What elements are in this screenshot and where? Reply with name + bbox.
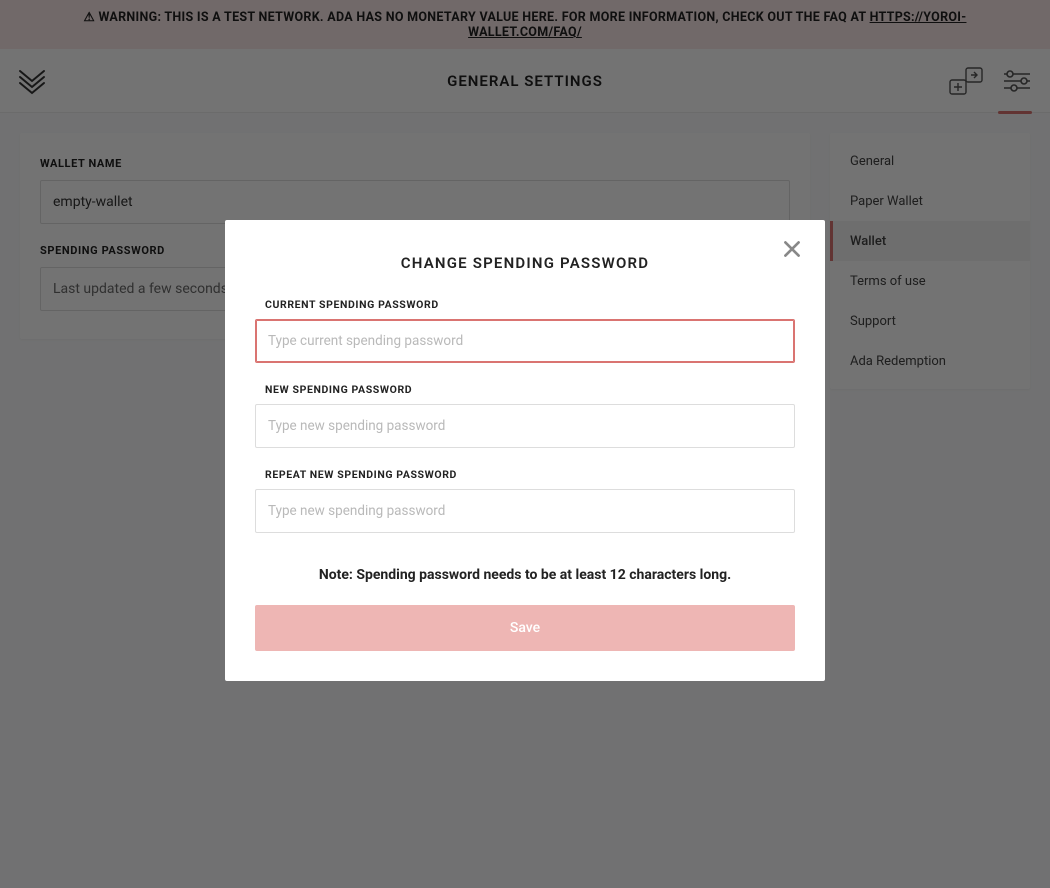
password-requirements-note: Note: Spending password needs to be at l… <box>255 567 795 583</box>
modal-title: CHANGE SPENDING PASSWORD <box>255 254 795 272</box>
change-password-modal: CHANGE SPENDING PASSWORD CURRENT SPENDIN… <box>225 220 825 681</box>
modal-overlay[interactable]: CHANGE SPENDING PASSWORD CURRENT SPENDIN… <box>0 0 1050 888</box>
new-password-label: NEW SPENDING PASSWORD <box>265 383 795 396</box>
repeat-password-label: REPEAT NEW SPENDING PASSWORD <box>265 468 795 481</box>
current-password-input[interactable] <box>255 319 795 363</box>
new-password-input[interactable] <box>255 404 795 448</box>
close-icon[interactable] <box>781 238 803 260</box>
repeat-password-input[interactable] <box>255 489 795 533</box>
save-button[interactable]: Save <box>255 605 795 651</box>
current-password-label: CURRENT SPENDING PASSWORD <box>265 298 795 311</box>
